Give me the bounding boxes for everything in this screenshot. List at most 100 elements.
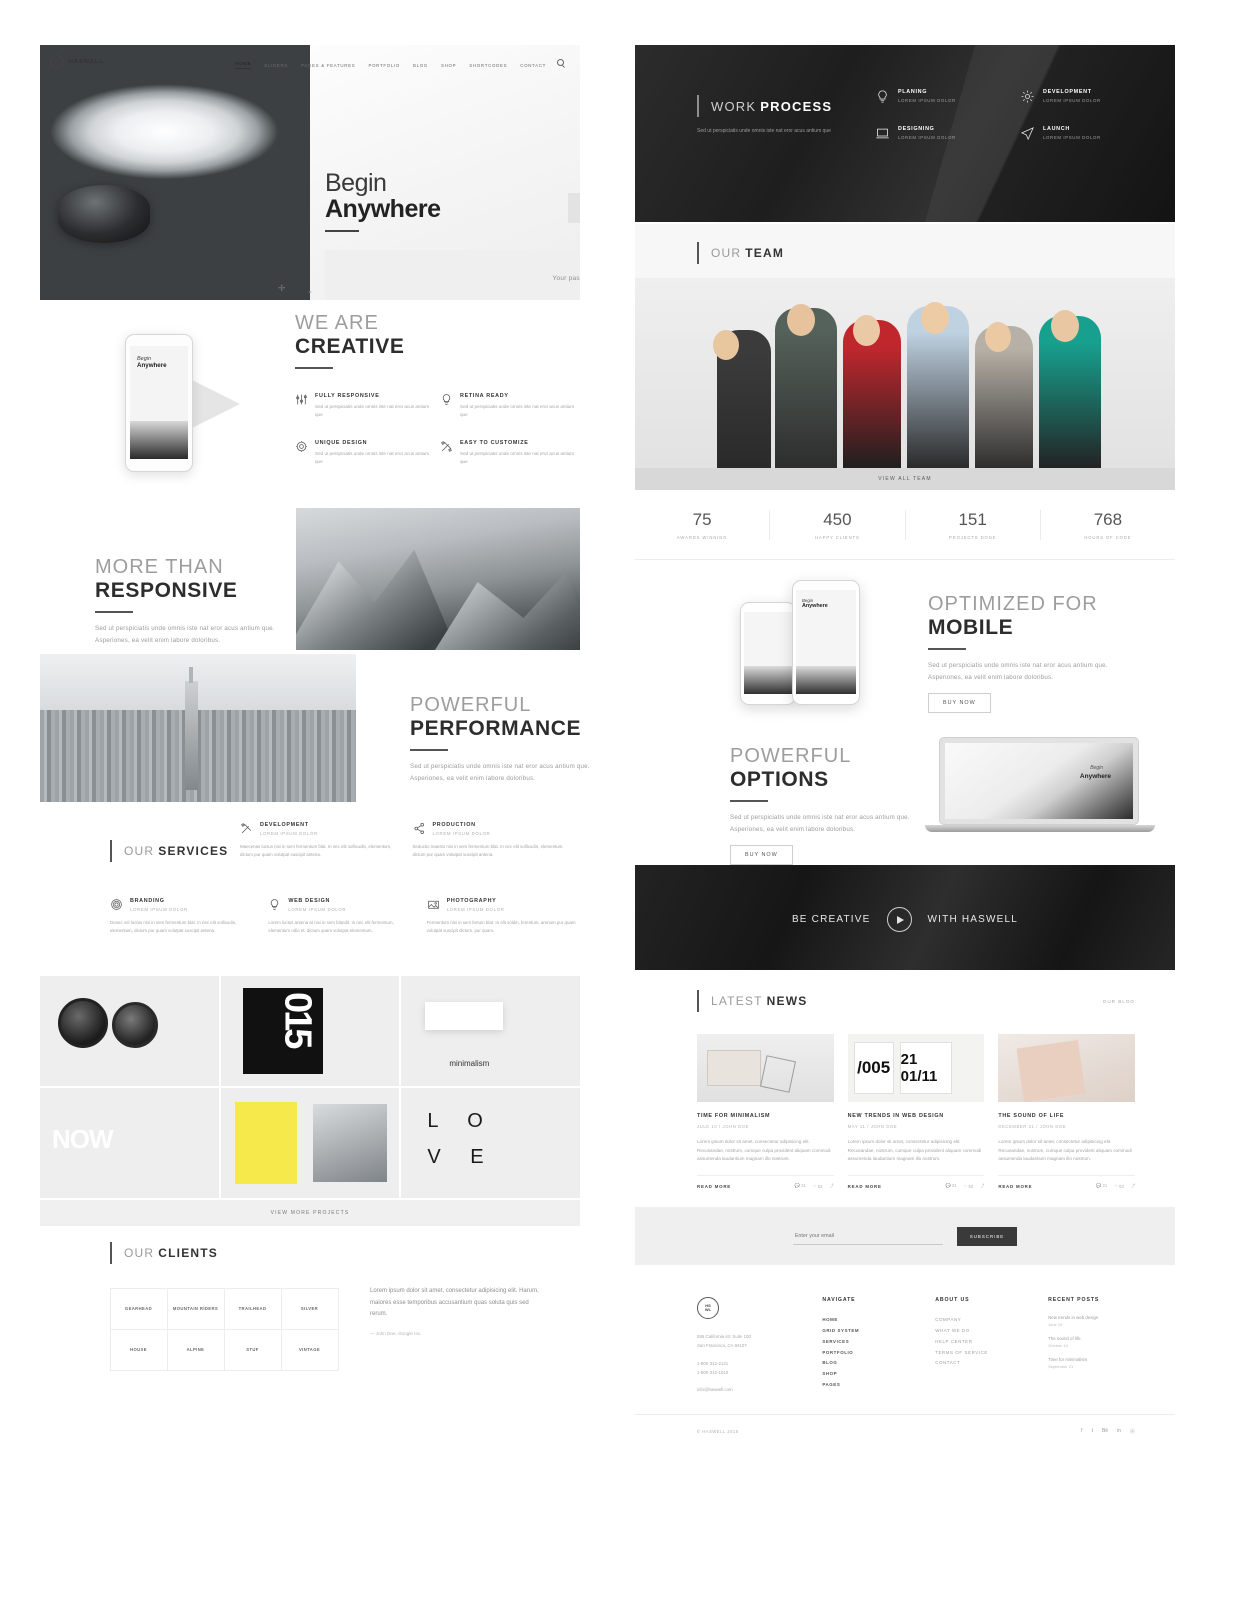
process-sub: LOREM IPSUM DOLOR [898, 135, 956, 140]
news-grid: TIME FOR MINIMALISM JULE 10 / JOHN DOE L… [635, 1012, 1175, 1189]
mobile-buy-now-button[interactable]: BUY NOW [928, 693, 991, 714]
recent-post-item[interactable]: New trends in web design June 10 [1048, 1315, 1135, 1327]
phone-screen-line2: Anywhere [137, 362, 167, 369]
nav-item-contact[interactable]: CONTACT [520, 63, 546, 68]
nav-item-shop[interactable]: SHOP [441, 63, 456, 68]
options-buy-now-button[interactable]: BUY NOW [730, 845, 793, 866]
facebook-icon[interactable]: f [1081, 1428, 1082, 1435]
footer-about-link[interactable]: CONTACT [935, 1358, 1022, 1369]
work-process-desc: Sed ut perspiciatis unde omnis iste nat … [697, 128, 831, 134]
footer-about-link[interactable]: TERMS OF SERVICE [935, 1348, 1022, 1359]
right-column: WORK PROCESS Sed ut perspiciatis unde om… [635, 45, 1175, 1448]
behance-icon[interactable]: Bē [1102, 1428, 1108, 1435]
news-meta: DECEMBER 21 / JOHN DOE [998, 1124, 1067, 1129]
hero-copy: Begin Anywhere Your passion will guide y… [325, 170, 580, 300]
client-logo[interactable]: VINTAGE [280, 1328, 339, 1371]
creative-heading: WE ARE CREATIVE [295, 312, 585, 370]
nav-item-shortcodes[interactable]: SHORTCODES [469, 63, 507, 68]
share-icon[interactable]: ⤴ [1131, 1183, 1135, 1189]
main-navigation[interactable]: HOME SLIDERS PAGES & FEATURES PORTFOLIO … [235, 61, 546, 69]
news-title[interactable]: TIME FOR MINIMALISM [697, 1113, 834, 1119]
client-logo[interactable]: SILVER [280, 1287, 339, 1330]
footer-about-link[interactable]: WHAT WE DO [935, 1326, 1022, 1337]
feature-desc: Sed ut perspiciatis unde omnis iste nat … [315, 450, 430, 464]
linkedin-icon[interactable]: in [1117, 1428, 1121, 1435]
share-icon[interactable]: ⤴ [980, 1183, 984, 1189]
city-image [40, 654, 356, 802]
nav-item-portfolio[interactable]: PORTFOLIO [368, 63, 400, 68]
footer-address: 555 California str. Suite 100 San Franci… [697, 1334, 751, 1348]
email-input[interactable] [792, 1227, 943, 1245]
nav-item-blog[interactable]: BLOG [413, 63, 428, 68]
stat-number: 768 [1093, 509, 1123, 529]
feature-desc: Sed ut perspiciatis unde omnis iste nat … [315, 404, 430, 418]
portfolio-tile-love[interactable]: L O V E [401, 1088, 580, 1198]
client-logo[interactable]: ALPINE [166, 1328, 225, 1371]
process-sub: LOREM IPSUM DOLOR [1043, 98, 1101, 103]
pinterest-icon[interactable]: ⓟ [1130, 1428, 1135, 1435]
play-icon[interactable] [886, 907, 912, 932]
hero-divider [325, 229, 359, 232]
clients-section: OUR CLIENTS GEARHEAD MOUNTAIN RIDERS TRAI… [40, 1242, 580, 1382]
footer-nav-link[interactable]: PAGES [822, 1380, 909, 1391]
service-desc: Maecenas luctus nisi in sem fermentum bl… [240, 844, 392, 858]
recent-post-title: Time for minimalism [1048, 1357, 1088, 1363]
client-logo[interactable]: GEARHEAD [109, 1287, 168, 1330]
client-logo[interactable]: STUF [223, 1328, 282, 1371]
nav-item-sliders[interactable]: SLIDERS [264, 63, 288, 68]
stat-number: 151 [958, 509, 987, 529]
phone-device-front: Begin Anywhere [792, 580, 860, 705]
footer-about-link[interactable]: COMPANY [935, 1315, 1022, 1326]
portfolio-tile-watches[interactable] [40, 976, 219, 1086]
footer-bottom-bar: © HASWELL 2015 f t Bē in ⓟ [635, 1414, 1175, 1448]
view-all-team-button[interactable]: VIEW ALL TEAM [635, 468, 1175, 490]
site-logo[interactable]: HS HASWELL [50, 55, 104, 68]
laptop-screen-line2: Anywhere [1079, 773, 1111, 780]
footer-nav-link[interactable]: GRID SYSTEM [822, 1326, 909, 1337]
subscribe-button[interactable]: SUBSCRIBE [956, 1226, 1018, 1246]
process-item: DESIGNING LOREM IPSUM DOLOR [875, 126, 1020, 141]
performance-title-bold: PERFORMANCE [410, 717, 582, 740]
news-title[interactable]: NEW TRENDS IN WEB DESIGN [848, 1113, 985, 1119]
read-more-link[interactable]: READ MORE [998, 1184, 1032, 1189]
portfolio-tile-now[interactable]: NOW [40, 1088, 219, 1198]
client-logo[interactable]: HOUSE [109, 1328, 168, 1371]
slider-next-arrow[interactable] [568, 193, 580, 223]
view-more-projects-button[interactable]: VIEW MORE PROJECTS [40, 1200, 580, 1226]
client-logo[interactable]: MOUNTAIN RIDERS [166, 1287, 225, 1330]
footer-nav-link[interactable]: HOME [822, 1315, 909, 1326]
team-photo [635, 278, 1175, 468]
client-logo[interactable]: TRAILHEAD [223, 1287, 282, 1330]
share-icon[interactable]: ⤴ [829, 1183, 833, 1189]
portfolio-tile-minimalism[interactable]: minimalism [401, 976, 580, 1086]
portfolio-tile-poster-015[interactable]: 015 [220, 976, 400, 1086]
search-icon[interactable] [557, 59, 564, 66]
services-grid-bottom: BRANDING LOREM IPSUM DOLOR Donec vel luc… [110, 898, 585, 935]
footer-nav-link[interactable]: PORTFOLIO [822, 1348, 909, 1359]
read-more-link[interactable]: READ MORE [848, 1184, 882, 1189]
performance-copy: POWERFUL PERFORMANCE Sed ut perspiciatis… [410, 694, 590, 784]
footer-email[interactable]: info@haswell.com [697, 1387, 796, 1392]
recent-post-item[interactable]: Time for minimalism September 21 [1048, 1357, 1135, 1369]
footer-nav-link[interactable]: BLOG [822, 1358, 909, 1369]
recent-post-item[interactable]: The sound of life October 10 [1048, 1336, 1135, 1348]
news-title[interactable]: THE SOUND OF LIFE [998, 1113, 1135, 1119]
twitter-icon[interactable]: t [1092, 1428, 1093, 1435]
scroll-down-icon[interactable]: ⌄ [307, 287, 313, 295]
footer-about-link[interactable]: HELP CENTER [935, 1337, 1022, 1348]
news-thumbnail[interactable] [697, 1034, 834, 1102]
footer-nav-link[interactable]: SERVICES [822, 1337, 909, 1348]
news-thumbnail[interactable] [998, 1034, 1136, 1102]
stat-number: 450 [823, 509, 852, 529]
footer-recent-title: RECENT POSTS [1048, 1297, 1100, 1304]
news-excerpt: Lorem ipsum dolor sit amet, consectetur … [998, 1139, 1132, 1162]
portfolio-tile-yellow-book[interactable] [220, 1088, 400, 1198]
our-blog-link[interactable]: OUR BLOG [1103, 999, 1135, 1004]
read-more-link[interactable]: READ MORE [697, 1184, 731, 1189]
phone-screen-line2: Anywhere [802, 603, 828, 609]
news-thumbnail[interactable]: /005 21 01/11 [847, 1034, 985, 1102]
recent-post-title: The sound of life [1048, 1336, 1081, 1342]
nav-item-home[interactable]: HOME [235, 61, 252, 69]
nav-item-pages-features[interactable]: PAGES & FEATURES [301, 63, 355, 68]
footer-nav-link[interactable]: SHOP [822, 1369, 909, 1380]
